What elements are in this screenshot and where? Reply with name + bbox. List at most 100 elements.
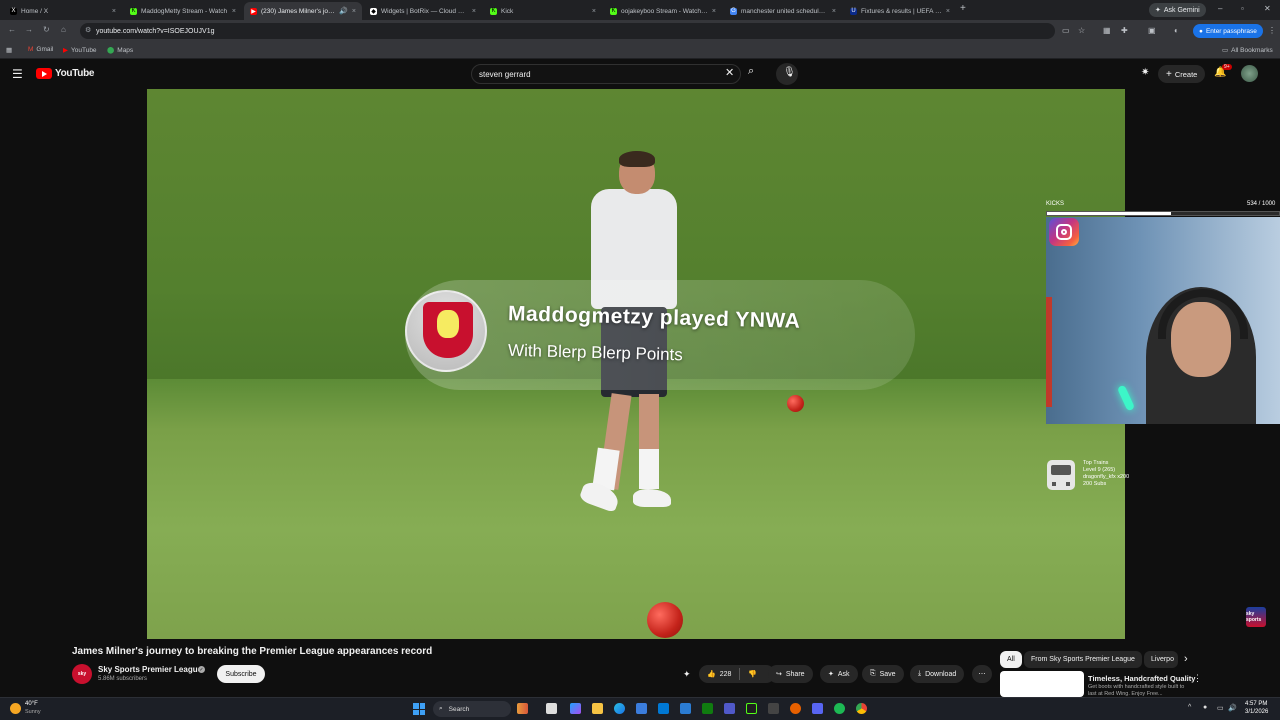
tab-1[interactable]: K MaddogMetty Stream - Watch ×: [124, 2, 242, 20]
new-tab-icon[interactable]: +: [960, 3, 966, 14]
close-tab-icon[interactable]: ×: [472, 8, 476, 15]
tab-5[interactable]: K oojakeyboo Stream - Watch Live ×: [604, 2, 722, 20]
ad-title[interactable]: Timeless, Handcrafted Quality: [1088, 674, 1195, 683]
chip-all[interactable]: All: [1000, 651, 1022, 668]
subscribe-button[interactable]: Subscribe: [217, 665, 265, 683]
volume-icon[interactable]: 🔊: [1228, 704, 1237, 712]
news-widget-icon[interactable]: [517, 703, 528, 714]
store-icon[interactable]: [636, 703, 647, 714]
extension-icon[interactable]: ▦: [1103, 26, 1111, 35]
close-tab-icon[interactable]: ×: [832, 8, 836, 15]
save-button[interactable]: ⎘ Save: [862, 665, 904, 683]
tab-title: Fixtures & results | UEFA Champ: [861, 7, 942, 15]
weather-temp[interactable]: 40°F: [25, 701, 38, 707]
share-label: Share: [785, 670, 805, 678]
tray-app-icon[interactable]: ●: [1203, 704, 1207, 711]
windows-start-icon[interactable]: [413, 703, 425, 715]
site-info-icon[interactable]: ⚙: [85, 26, 91, 34]
back-icon[interactable]: ←: [8, 25, 16, 34]
address-bar[interactable]: ⚙ youtube.com/watch?v=ISOEJOUJV1g: [80, 23, 1055, 39]
bookmark-maps[interactable]: ⬤ Maps: [107, 46, 134, 55]
file-explorer-icon[interactable]: [592, 703, 603, 714]
chip-from-channel[interactable]: From Sky Sports Premier League: [1024, 651, 1142, 668]
close-tab-icon[interactable]: ×: [352, 8, 356, 15]
x-favicon-icon: X: [10, 7, 17, 15]
home-icon[interactable]: ⌂: [61, 25, 66, 34]
chip-liverpool[interactable]: Liverpo: [1144, 651, 1178, 668]
apps-grid-icon[interactable]: ▦: [6, 46, 12, 54]
avatar[interactable]: [1241, 65, 1258, 82]
football-icon: [647, 602, 683, 638]
maximize-icon[interactable]: ▫: [1241, 4, 1244, 13]
firefox-icon[interactable]: [790, 703, 801, 714]
tab-6[interactable]: G manchester united schedule - G ×: [724, 2, 842, 20]
edge-icon[interactable]: [614, 703, 625, 714]
mail-icon[interactable]: [658, 703, 669, 714]
ad-thumbnail[interactable]: [1000, 671, 1084, 697]
share-button[interactable]: ↪ Share: [768, 665, 813, 683]
tab-7[interactable]: U Fixtures & results | UEFA Champ ×: [844, 2, 956, 20]
tab-4[interactable]: K Kick ×: [484, 2, 602, 20]
forward-icon[interactable]: →: [25, 25, 33, 34]
hamburger-menu-icon[interactable]: ☰: [12, 67, 23, 81]
clear-search-icon[interactable]: ✕: [725, 66, 734, 79]
cast-icon[interactable]: ▭: [1062, 26, 1070, 35]
task-view-icon[interactable]: [546, 703, 557, 714]
minimize-icon[interactable]: –: [1218, 4, 1222, 13]
puzzle-icon[interactable]: ✚: [1121, 26, 1128, 35]
ask-gemini-button[interactable]: ✦ Ask Gemini: [1149, 3, 1206, 17]
close-tab-icon[interactable]: ×: [592, 8, 596, 15]
search-icon: ⌕: [439, 705, 443, 712]
chevron-right-icon[interactable]: ›: [1184, 653, 1188, 665]
clock-date[interactable]: 3/1/2026: [1245, 709, 1268, 715]
profile-menu-icon[interactable]: ◐: [1174, 26, 1179, 35]
bookmark-gmail[interactable]: M Gmail: [28, 46, 53, 53]
bookmark-star-icon[interactable]: ☆: [1078, 26, 1085, 35]
photos-icon[interactable]: [680, 703, 691, 714]
ask-button[interactable]: ✦ Ask: [820, 665, 858, 683]
clock-time[interactable]: 4:57 PM: [1245, 701, 1267, 707]
download-button[interactable]: ⤓ Download: [910, 665, 965, 683]
sidepanel-icon[interactable]: ▣: [1148, 26, 1156, 35]
copilot-icon[interactable]: [570, 703, 581, 714]
kebab-menu-icon[interactable]: ⋮: [1193, 673, 1202, 684]
close-tab-icon[interactable]: ×: [232, 8, 236, 15]
xbox-icon[interactable]: [702, 703, 713, 714]
thumbs-up-icon[interactable]: 👍: [707, 670, 716, 678]
all-bookmarks-button[interactable]: ▭ All Bookmarks: [1222, 46, 1273, 55]
more-actions-button[interactable]: ⋯: [972, 665, 992, 683]
close-tab-icon[interactable]: ×: [946, 8, 950, 15]
kebab-menu-icon[interactable]: ⋮: [1268, 26, 1276, 35]
obs-icon[interactable]: [768, 703, 779, 714]
chrome-icon[interactable]: [856, 703, 867, 714]
teams-icon[interactable]: [724, 703, 735, 714]
hype-icon[interactable]: ✦: [683, 669, 691, 680]
youtube-logo[interactable]: YouTube: [36, 68, 95, 79]
channel-name[interactable]: Sky Sports Premier League: [98, 665, 202, 674]
bookmark-label: Maps: [117, 46, 134, 54]
reload-icon[interactable]: ↻: [43, 25, 50, 34]
channel-avatar[interactable]: sky: [72, 664, 92, 684]
tab-0[interactable]: X Home / X ×: [4, 2, 122, 20]
magic-icon[interactable]: ✷: [1141, 67, 1149, 78]
discord-icon[interactable]: [812, 703, 823, 714]
close-window-icon[interactable]: ✕: [1264, 4, 1271, 13]
enter-passphrase-button[interactable]: ● Enter passphrase: [1193, 24, 1263, 38]
close-tab-icon[interactable]: ×: [112, 8, 116, 15]
thumbs-down-icon[interactable]: 👎: [748, 670, 757, 678]
tab-title: Kick: [501, 7, 514, 15]
search-icon[interactable]: ⌕: [748, 65, 754, 78]
speaker-icon[interactable]: 🔊: [339, 7, 348, 15]
tray-chevron-icon[interactable]: ^: [1188, 704, 1191, 711]
taskbar-search[interactable]: ⌕ Search: [433, 701, 511, 717]
search-input[interactable]: steven gerrard: [471, 64, 741, 84]
spotify-icon[interactable]: [834, 703, 845, 714]
bookmark-youtube[interactable]: ▶ YouTube: [63, 46, 97, 55]
display-icon[interactable]: ▭: [1217, 704, 1224, 712]
create-button[interactable]: + Create: [1158, 65, 1206, 83]
terminal-icon[interactable]: [746, 703, 757, 714]
like-count[interactable]: 228: [720, 671, 732, 678]
tab-3[interactable]: ◆ Widgets | BotRix — Cloud Stream ×: [364, 2, 482, 20]
tab-2-active[interactable]: ▶ (230) James Milner's journe 🔊 ×: [244, 2, 362, 20]
close-tab-icon[interactable]: ×: [712, 8, 716, 15]
